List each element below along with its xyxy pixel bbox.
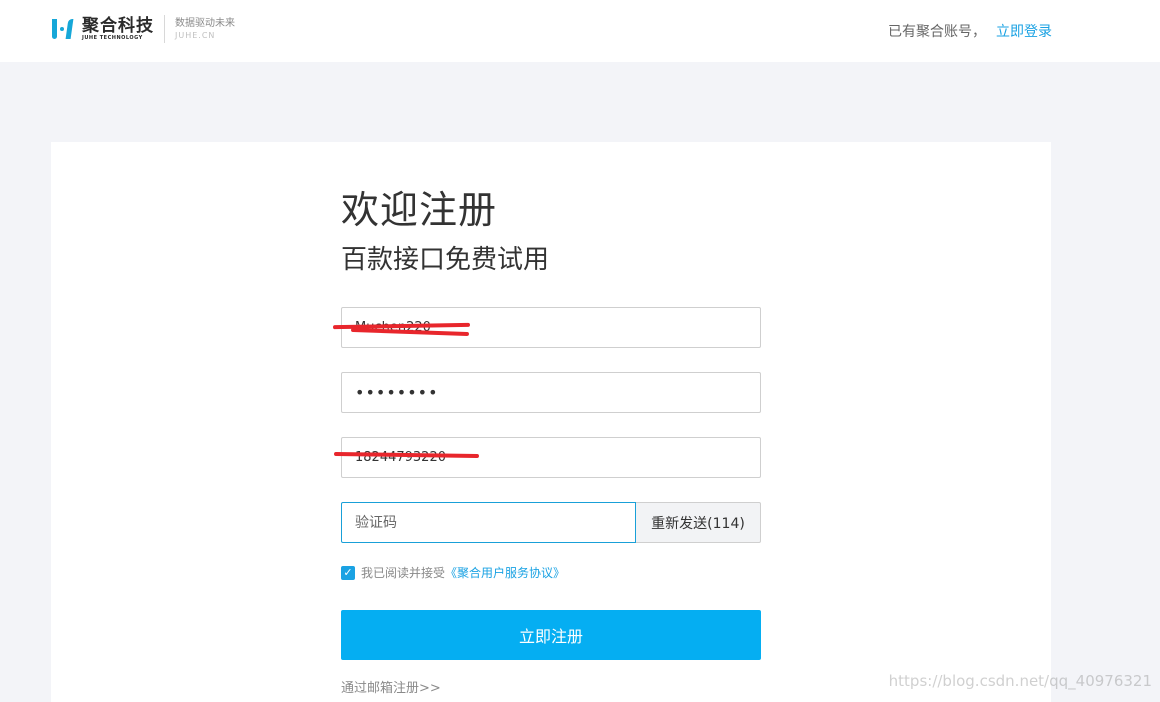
agree-text: 我已阅读并接受 [361, 564, 445, 581]
agree-checkbox[interactable]: ✓ [341, 566, 355, 580]
page-title: 欢迎注册 [341, 186, 497, 234]
register-button[interactable]: 立即注册 [341, 610, 761, 660]
have-account-text: 已有聚合账号， [888, 21, 986, 41]
slogan-cn: 数据驱动未来 [175, 17, 235, 30]
logo-name: 聚合科技 [82, 17, 154, 35]
slogan-en: JUHE.CN [175, 30, 235, 41]
service-agreement-link[interactable]: 《聚合用户服务协议》 [445, 564, 565, 581]
watermark: https://blog.csdn.net/qq_40976321 [889, 672, 1152, 690]
juhe-logo-icon [50, 16, 76, 42]
page-subtitle: 百款接口免费试用 [341, 242, 549, 278]
logo-divider [164, 15, 165, 43]
login-link[interactable]: 立即登录 [996, 21, 1052, 41]
verify-code-row: 重新发送(114) [341, 502, 761, 543]
phone-input[interactable] [341, 437, 761, 478]
top-bar: 聚合科技 JUHE TECHNOLOGY 数据驱动未来 JUHE.CN 已有聚合… [0, 0, 1160, 62]
password-input[interactable] [341, 372, 761, 413]
resend-code-button[interactable]: 重新发送(114) [636, 502, 761, 543]
login-prompt: 已有聚合账号， 立即登录 [888, 21, 1052, 41]
register-card: 欢迎注册 百款接口免费试用 重新发送(114) ✓ 我已阅读并接受 《聚合用户服… [51, 142, 1051, 702]
verify-code-input[interactable] [341, 502, 636, 543]
logo-subtitle: JUHE TECHNOLOGY [82, 35, 154, 42]
agreement-row: ✓ 我已阅读并接受 《聚合用户服务协议》 [341, 564, 565, 581]
email-register-link[interactable]: 通过邮箱注册>> [341, 677, 441, 696]
juhe-logo[interactable]: 聚合科技 JUHE TECHNOLOGY 数据驱动未来 JUHE.CN [50, 14, 235, 44]
